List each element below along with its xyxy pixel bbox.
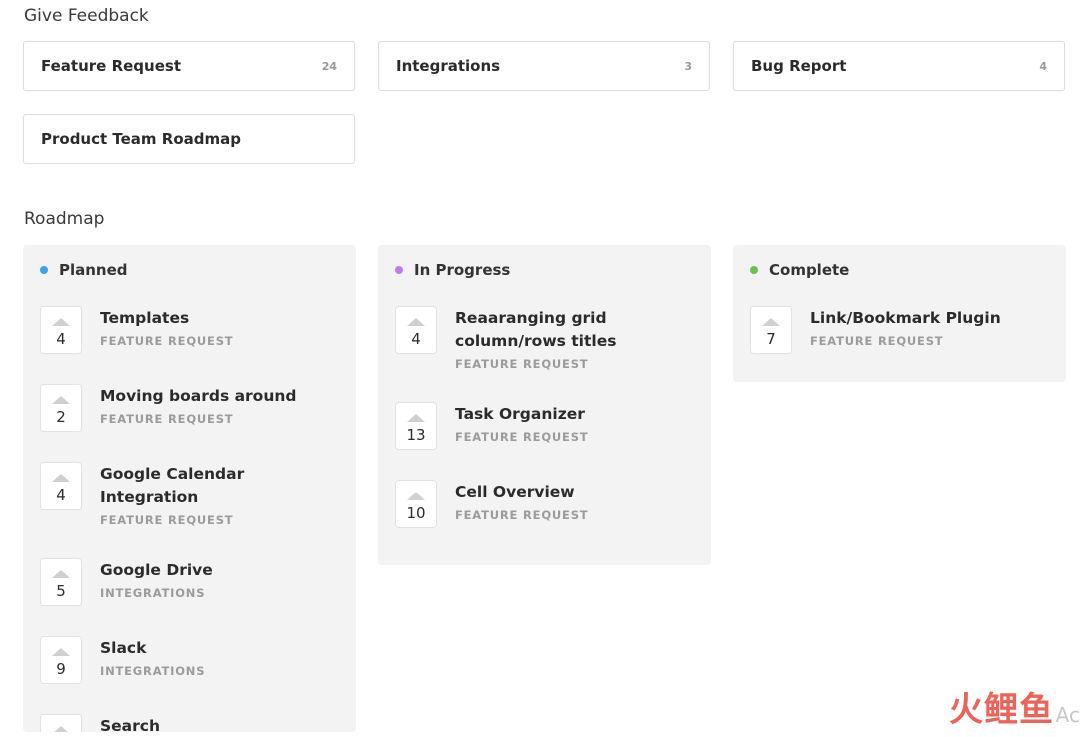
post-title[interactable]: Templates [100, 307, 233, 330]
status-dot-icon [750, 266, 758, 274]
board-feature-request[interactable]: Feature Request 24 [23, 41, 355, 91]
upvote-button[interactable]: 5 [40, 558, 82, 606]
vote-count: 5 [56, 582, 66, 600]
vote-count: 13 [406, 426, 426, 444]
post-title[interactable]: Google Calendar Integration [100, 463, 339, 509]
post-category: FEATURE REQUEST [455, 357, 589, 371]
roadmap-post[interactable]: 10 Cell Overview FEATURE REQUEST [395, 480, 694, 528]
roadmap-post[interactable]: 2 Moving boards around FEATURE REQUEST [40, 384, 339, 432]
roadmap-column-planned: Planned 4 Templates FEATURE REQUEST 2 Mo… [23, 245, 356, 732]
roadmap-post[interactable]: Search [40, 714, 339, 732]
post-title[interactable]: Link/Bookmark Plugin [810, 307, 1001, 330]
vote-count: 9 [56, 660, 66, 678]
board-integrations[interactable]: Integrations 3 [378, 41, 710, 91]
vote-count: 2 [56, 408, 66, 426]
board-post-count: 3 [684, 59, 692, 73]
board-name: Bug Report [751, 57, 847, 75]
column-title: Planned [59, 261, 128, 279]
upvote-arrow-icon [52, 726, 70, 732]
post-category: FEATURE REQUEST [455, 508, 589, 522]
column-header: Complete [750, 261, 1049, 279]
column-title: Complete [769, 261, 850, 279]
roadmap-post[interactable]: 4 Templates FEATURE REQUEST [40, 306, 339, 354]
board-product-team-roadmap[interactable]: Product Team Roadmap [23, 114, 355, 164]
vote-count: 7 [766, 330, 776, 348]
post-category: FEATURE REQUEST [100, 334, 234, 348]
column-header: In Progress [395, 261, 694, 279]
watermark-text: Ac [1055, 703, 1080, 727]
post-category: INTEGRATIONS [100, 664, 206, 678]
feedback-section-title: Give Feedback [24, 6, 149, 26]
upvote-arrow-icon [407, 492, 425, 500]
post-title[interactable]: Slack [100, 637, 205, 660]
roadmap-post[interactable]: 9 Slack INTEGRATIONS [40, 636, 339, 684]
upvote-arrow-icon [52, 396, 70, 404]
upvote-button[interactable] [40, 714, 82, 732]
watermark-logo: 火鲤鱼 [949, 690, 1054, 730]
roadmap-column-complete: Complete 7 Link/Bookmark Plugin FEATURE … [733, 245, 1066, 382]
board-name: Product Team Roadmap [41, 130, 241, 148]
post-title[interactable]: Moving boards around [100, 385, 297, 408]
column-title: In Progress [414, 261, 511, 279]
vote-count: 10 [406, 504, 426, 522]
board-post-count: 4 [1039, 59, 1047, 73]
roadmap-post[interactable]: 7 Link/Bookmark Plugin FEATURE REQUEST [750, 306, 1049, 354]
column-header: Planned [40, 261, 339, 279]
roadmap-post[interactable]: 4 Google Calendar Integration FEATURE RE… [40, 462, 339, 528]
upvote-arrow-icon [52, 648, 70, 656]
post-title[interactable]: Cell Overview [455, 481, 588, 504]
upvote-button[interactable]: 10 [395, 480, 437, 528]
post-category: INTEGRATIONS [100, 586, 206, 600]
roadmap-post[interactable]: 13 Task Organizer FEATURE REQUEST [395, 402, 694, 450]
status-dot-icon [395, 266, 403, 274]
vote-count: 4 [411, 330, 421, 348]
board-name: Feature Request [41, 57, 181, 75]
roadmap-column-in-progress: In Progress 4 Reaaranging grid column/ro… [378, 245, 711, 565]
roadmap-post[interactable]: 4 Reaaranging grid column/rows titles FE… [395, 306, 694, 372]
post-title[interactable]: Google Drive [100, 559, 213, 582]
upvote-arrow-icon [407, 318, 425, 326]
upvote-button[interactable]: 4 [395, 306, 437, 354]
upvote-button[interactable]: 4 [40, 462, 82, 510]
upvote-arrow-icon [52, 570, 70, 578]
board-post-count: 24 [321, 59, 337, 73]
vote-count: 4 [56, 486, 66, 504]
status-dot-icon [40, 266, 48, 274]
upvote-button[interactable]: 9 [40, 636, 82, 684]
vote-count: 4 [56, 330, 66, 348]
roadmap-section-title: Roadmap [24, 209, 105, 229]
post-category: FEATURE REQUEST [455, 430, 589, 444]
post-category: FEATURE REQUEST [100, 412, 234, 426]
upvote-button[interactable]: 2 [40, 384, 82, 432]
board-name: Integrations [396, 57, 501, 75]
board-bug-report[interactable]: Bug Report 4 [733, 41, 1065, 91]
roadmap-post[interactable]: 5 Google Drive INTEGRATIONS [40, 558, 339, 606]
upvote-button[interactable]: 7 [750, 306, 792, 354]
upvote-arrow-icon [407, 414, 425, 422]
post-title[interactable]: Task Organizer [455, 403, 588, 426]
upvote-button[interactable]: 13 [395, 402, 437, 450]
post-title[interactable]: Search [100, 715, 160, 732]
post-category: FEATURE REQUEST [100, 513, 234, 527]
upvote-arrow-icon [52, 318, 70, 326]
upvote-button[interactable]: 4 [40, 306, 82, 354]
post-category: FEATURE REQUEST [810, 334, 944, 348]
upvote-arrow-icon [52, 474, 70, 482]
upvote-arrow-icon [762, 318, 780, 326]
post-title[interactable]: Reaaranging grid column/rows titles [455, 307, 625, 353]
